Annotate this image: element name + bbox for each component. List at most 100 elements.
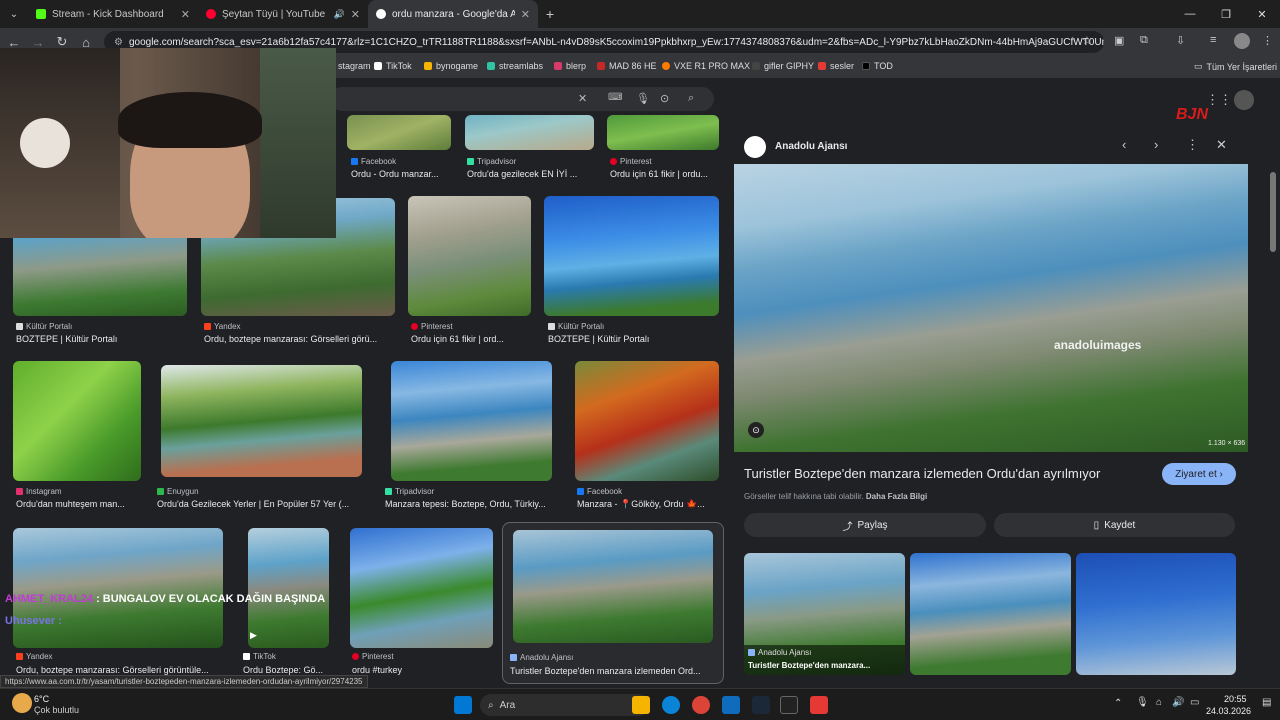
result-title[interactable]: Ordu, boztepe manzarası: Görselleri görü…	[204, 334, 392, 344]
bookmark-item[interactable]: stagram	[338, 61, 371, 71]
related-image[interactable]: Anadolu Ajansı Turistler Boztepe'den man…	[744, 553, 905, 675]
close-panel-icon[interactable]: ✕	[1216, 137, 1227, 153]
result-image[interactable]	[347, 115, 451, 150]
puzzle-icon[interactable]: ⧉	[1140, 34, 1148, 47]
clock-date[interactable]: 24.03.2026	[1206, 706, 1251, 716]
tab-search-icon[interactable]: ≡	[1210, 34, 1216, 46]
next-icon[interactable]: ›	[1154, 137, 1158, 152]
bookmark-item[interactable]: MAD 86 HE	[597, 61, 657, 71]
battery-icon[interactable]: ▭	[1190, 697, 1199, 708]
scrollbar-thumb[interactable]	[1270, 172, 1276, 252]
result-image[interactable]	[408, 196, 531, 316]
result-image[interactable]	[544, 196, 719, 316]
all-bookmarks[interactable]: ▭ Tüm Yer İşaretleri	[1194, 61, 1277, 72]
save-button[interactable]: ▯ Kaydet	[994, 513, 1235, 537]
apps-icon[interactable]: ⋮⋮	[1206, 92, 1232, 108]
start-icon[interactable]	[454, 696, 472, 714]
prev-icon[interactable]: ‹	[1122, 137, 1126, 152]
panel-source[interactable]: Anadolu Ajansı	[775, 141, 847, 152]
minimize-icon[interactable]: —	[1172, 0, 1208, 28]
close-icon[interactable]: ✕	[181, 8, 190, 21]
app-icon[interactable]	[810, 696, 828, 714]
bookmark-item[interactable]: blerp	[554, 61, 586, 71]
result-image[interactable]	[513, 530, 713, 643]
maximize-icon[interactable]: ❐	[1208, 0, 1244, 28]
bookmark-item[interactable]: TOD	[862, 61, 893, 71]
tab-search-icon[interactable]: ⌄	[0, 9, 28, 20]
bookmark-item[interactable]: streamlabs	[487, 61, 543, 71]
result-image[interactable]	[161, 365, 362, 477]
result-image[interactable]	[248, 528, 329, 648]
bookmark-item[interactable]: sesler	[818, 61, 854, 71]
volume-icon[interactable]: 🔊	[1172, 697, 1184, 708]
result-image[interactable]	[13, 361, 141, 481]
result-title[interactable]: Manzara tepesi: Boztepe, Ordu, Türkiy...	[385, 499, 559, 509]
clear-icon[interactable]: ✕	[578, 92, 587, 105]
search-box[interactable]: ✕ ⌨ 🎙 ⊙ ⌕	[330, 87, 714, 111]
result-title[interactable]: Ordu'dan muhteşem man...	[16, 499, 140, 509]
edge-icon[interactable]	[662, 696, 680, 714]
result-title[interactable]: Ordu için 61 fikir | ord...	[411, 334, 531, 344]
tab-google-search[interactable]: ordu manzara - Google'da Ara ✕	[368, 0, 538, 28]
tray-expand-icon[interactable]: ⌃	[1114, 698, 1122, 709]
result-title[interactable]: ordu #turkey	[352, 665, 492, 675]
epic-games-icon[interactable]	[780, 696, 798, 714]
result-image[interactable]	[350, 528, 493, 648]
bookmark-star-icon[interactable]: ☆	[1082, 34, 1092, 47]
selected-result[interactable]: Anadolu Ajansı Turistler Boztepe'den man…	[502, 522, 724, 684]
result-title[interactable]: Ordu'da Gezilecek Yerler | En Popüler 57…	[157, 499, 363, 509]
bookmark-item[interactable]: TikTok	[374, 61, 412, 71]
keyboard-icon[interactable]: ⌨	[608, 92, 622, 103]
lens-icon[interactable]: ⊙	[748, 422, 764, 438]
panel-title[interactable]: Turistler Boztepe'den manzara izlemeden …	[744, 466, 1100, 481]
bookmark-item[interactable]: bynogame	[424, 61, 478, 71]
downloads-icon[interactable]: ⇩	[1176, 34, 1185, 47]
network-icon[interactable]: ⌂	[1156, 697, 1162, 708]
chrome-icon[interactable]	[692, 696, 710, 714]
result-image[interactable]	[465, 115, 594, 150]
bookmark-item[interactable]: gifler GIPHY	[752, 61, 814, 71]
steam-icon[interactable]	[752, 696, 770, 714]
tab-kick[interactable]: Stream - Kick Dashboard ✕	[28, 0, 198, 28]
extension-icon[interactable]: ▣	[1114, 34, 1124, 47]
profile-avatar[interactable]	[1234, 33, 1250, 49]
learn-more-link[interactable]: Daha Fazla Bilgi	[866, 492, 927, 501]
result-title[interactable]: Manzara - 📍Gölköy, Ordu 🍁...	[577, 499, 719, 510]
account-avatar[interactable]	[1234, 90, 1254, 110]
result-title[interactable]: Ordu, boztepe manzarası: Görselleri görü…	[16, 665, 224, 675]
result-title[interactable]: BOZTEPE | Kültür Portalı	[548, 334, 718, 344]
site-info-icon[interactable]: ⚙	[114, 37, 123, 48]
search-icon[interactable]: ⌕	[688, 92, 694, 105]
taskbar-search[interactable]: ⌕ Ara	[480, 694, 650, 716]
related-image[interactable]	[910, 553, 1071, 675]
result-title[interactable]: BOZTEPE | Kültür Portalı	[16, 334, 186, 344]
related-image[interactable]	[1076, 553, 1236, 675]
result-image[interactable]	[607, 115, 719, 150]
close-window-icon[interactable]: ✕	[1244, 0, 1280, 28]
result-title[interactable]: Ordu Boztepe: Gö...	[243, 665, 333, 675]
visit-button[interactable]: Ziyaret et ›	[1162, 463, 1236, 485]
share-button[interactable]: ⤴ Paylaş	[744, 513, 986, 537]
notifications-icon[interactable]: ▤	[1262, 697, 1271, 708]
result-title[interactable]: Ordu - Ordu manzar...	[351, 169, 451, 179]
bookmark-item[interactable]: VXE R1 PRO MAX	[662, 61, 750, 71]
clock-time[interactable]: 20:55	[1224, 694, 1247, 704]
preview-image[interactable]: anadoluimages ⊙ 1.130 × 636	[734, 164, 1248, 452]
mic-icon[interactable]: 🎙	[1136, 697, 1149, 708]
scrollbar[interactable]: ▼	[1270, 168, 1276, 686]
new-tab-button[interactable]: +	[538, 6, 562, 22]
result-image[interactable]	[13, 528, 223, 648]
weather-icon[interactable]	[12, 693, 32, 713]
result-title[interactable]: Ordu'da gezilecek EN İYİ ...	[467, 169, 592, 179]
close-icon[interactable]: ✕	[351, 8, 360, 21]
mic-icon[interactable]: 🎙	[636, 92, 650, 105]
tab-youtube-music[interactable]: Şeytan Tüyü | YouTube Mus 🔊 ✕	[198, 0, 368, 28]
lens-icon[interactable]: ⊙	[660, 92, 669, 105]
result-title[interactable]: Turistler Boztepe'den manzara izlemeden …	[510, 666, 715, 676]
menu-icon[interactable]: ⋮	[1262, 34, 1273, 47]
store-icon[interactable]	[722, 696, 740, 714]
result-title[interactable]: Ordu için 61 fikir | ordu...	[610, 169, 718, 179]
close-icon[interactable]: ✕	[521, 8, 530, 21]
file-explorer-icon[interactable]	[632, 696, 650, 714]
result-image[interactable]	[391, 361, 552, 481]
